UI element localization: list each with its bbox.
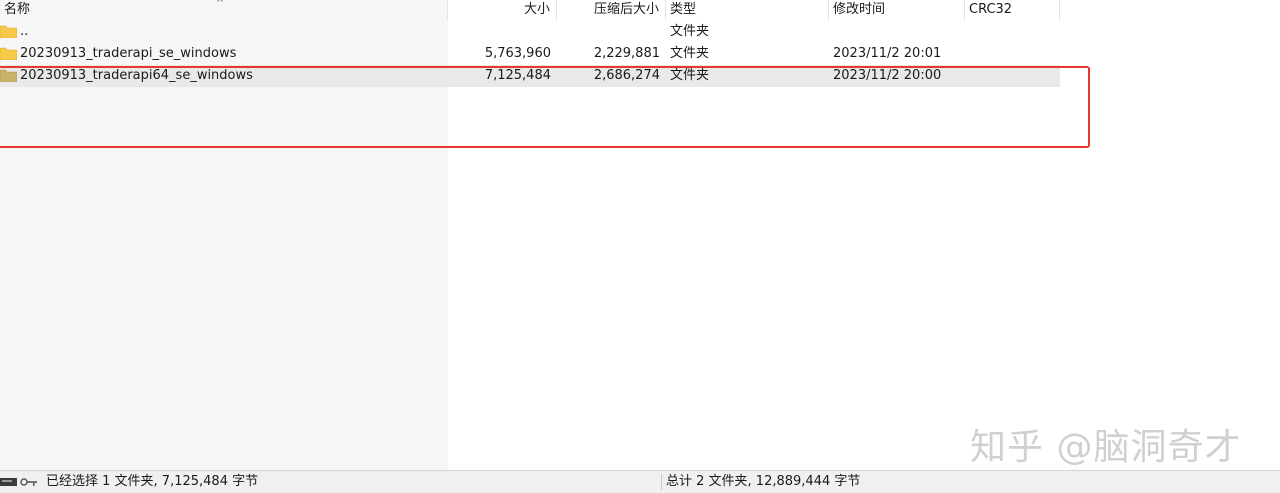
column-header-crc32[interactable]: CRC32 — [965, 0, 1060, 20]
column-header-name[interactable]: 名称 — [0, 0, 448, 20]
zhihu-watermark: 知乎 @脑洞奇才 — [970, 427, 1242, 468]
status-bar: 已经选择 1 文件夹, 7,125,484 字节 总计 2 文件夹, 12,88… — [0, 470, 1280, 493]
file-row[interactable]: 20230913_traderapi_se_windows 5,763,960 … — [0, 43, 1060, 65]
status-divider — [661, 474, 662, 490]
file-modified — [829, 21, 965, 43]
key-icon — [20, 478, 37, 486]
column-header-packed-size[interactable]: 压缩后大小 — [557, 0, 666, 20]
file-type: 文件夹 — [670, 24, 710, 39]
status-icons — [0, 478, 37, 486]
annotation-highlight-box — [0, 66, 1090, 148]
file-modified: 2023/11/2 20:01 — [833, 46, 942, 61]
column-header-modified[interactable]: 修改时间 — [829, 0, 965, 20]
disk-icon — [0, 478, 17, 486]
column-header-size[interactable]: 大小 — [448, 0, 557, 20]
file-size — [448, 21, 557, 43]
file-name: .. — [20, 24, 29, 39]
file-packed-size — [557, 21, 666, 43]
file-size: 5,763,960 — [484, 46, 551, 61]
file-name: 20230913_traderapi_se_windows — [20, 46, 237, 61]
column-header: 名称 大小 压缩后大小 类型 修改时间 CRC32 — [0, 0, 1280, 20]
status-selection: 已经选择 1 文件夹, 7,125,484 字节 — [46, 474, 259, 489]
status-total: 总计 2 文件夹, 12,889,444 字节 — [666, 474, 861, 489]
file-type: 文件夹 — [670, 46, 710, 61]
column-header-type[interactable]: 类型 — [666, 0, 829, 20]
file-row-parent[interactable]: .. 文件夹 — [0, 21, 1060, 43]
folder-icon — [0, 47, 17, 60]
archive-window: × 名称 大小 压缩后大小 类型 修改时间 CRC32 .. 文件夹 20230… — [0, 0, 1280, 493]
folder-icon — [0, 25, 17, 38]
file-packed-size: 2,229,881 — [593, 46, 660, 61]
